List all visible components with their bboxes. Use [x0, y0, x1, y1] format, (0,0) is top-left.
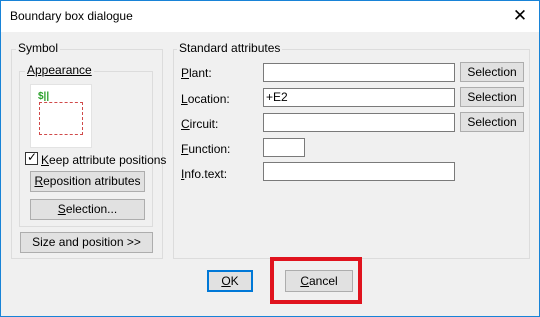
function-field[interactable] [263, 138, 305, 157]
appearance-legend: Appearance [25, 63, 94, 77]
keep-positions-checkbox[interactable]: ✓ [25, 150, 38, 165]
symbol-preview: $|| [30, 84, 92, 148]
ok-button[interactable]: OK [207, 270, 253, 292]
circuit-field[interactable] [263, 113, 455, 132]
cancel-highlight-box [270, 257, 362, 304]
title-bar[interactable]: Boundary box dialogue ✕ [1, 1, 539, 32]
close-icon[interactable]: ✕ [507, 4, 533, 28]
keep-positions-label[interactable]: Keep attribute positions [41, 153, 166, 167]
plant-label: Plant: [181, 66, 212, 80]
window-title: Boundary box dialogue [10, 9, 133, 23]
size-position-button[interactable]: Size and position >> [20, 232, 153, 253]
boundary-box-preview [39, 102, 83, 135]
location-selection-button[interactable]: Selection [460, 87, 524, 107]
function-label: Function: [181, 142, 231, 156]
plant-selection-button[interactable]: Selection [460, 62, 524, 82]
info-text-field[interactable] [263, 162, 455, 181]
circuit-selection-button[interactable]: Selection [460, 112, 524, 132]
reposition-attributes-button[interactable]: Reposition atributes [30, 171, 145, 192]
location-field[interactable]: +E2 [263, 88, 455, 107]
attribute-marker-icon: $|| [38, 91, 50, 102]
symbol-selection-button[interactable]: Selection... [30, 199, 145, 220]
symbol-legend: Symbol [16, 41, 61, 55]
dialog-window: Boundary box dialogue ✕ Symbol Appearanc… [0, 0, 540, 317]
plant-field[interactable] [263, 63, 455, 82]
checkmark-icon: ✓ [27, 150, 38, 164]
standard-attributes-legend: Standard attributes [177, 41, 283, 55]
circuit-label: Circuit: [181, 117, 219, 131]
location-label: Location: [181, 92, 230, 106]
info-text-label: Info.text: [181, 167, 228, 181]
